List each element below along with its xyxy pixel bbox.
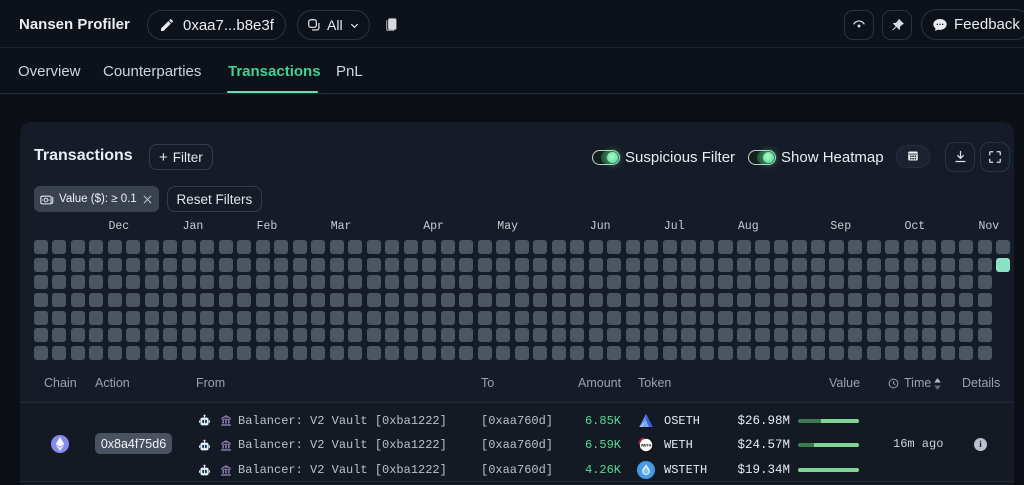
svg-text:WETH: WETH xyxy=(641,444,652,448)
